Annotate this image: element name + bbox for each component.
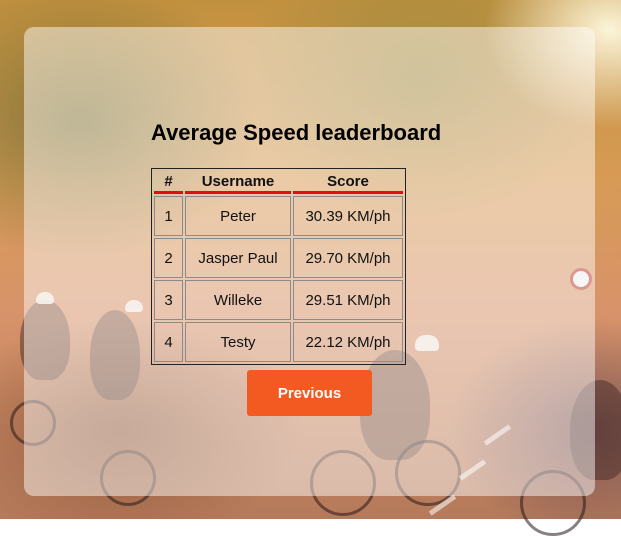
table-row: 4 Testy 22.12 KM/ph <box>154 322 403 362</box>
column-header-score: Score <box>293 171 403 194</box>
rank-cell: 2 <box>154 238 183 278</box>
table-header-row: # Username Score <box>154 171 403 194</box>
score-cell: 29.51 KM/ph <box>293 280 403 320</box>
score-cell: 30.39 KM/ph <box>293 196 403 236</box>
rank-cell: 4 <box>154 322 183 362</box>
table-row: 1 Peter 30.39 KM/ph <box>154 196 403 236</box>
page-title: Average Speed leaderboard <box>151 120 442 145</box>
username-cell: Willeke <box>185 280 291 320</box>
table-row: 3 Willeke 29.51 KM/ph <box>154 280 403 320</box>
username-cell: Peter <box>185 196 291 236</box>
username-cell: Jasper Paul <box>185 238 291 278</box>
leaderboard-table: # Username Score 1 Peter 30.39 KM/ph 2 J… <box>151 168 406 365</box>
column-header-username: Username <box>185 171 291 194</box>
score-cell: 22.12 KM/ph <box>293 322 403 362</box>
rank-cell: 3 <box>154 280 183 320</box>
rank-cell: 1 <box>154 196 183 236</box>
username-cell: Testy <box>185 322 291 362</box>
previous-button[interactable]: Previous <box>247 370 372 416</box>
table-row: 2 Jasper Paul 29.70 KM/ph <box>154 238 403 278</box>
column-header-rank: # <box>154 171 183 194</box>
score-cell: 29.70 KM/ph <box>293 238 403 278</box>
